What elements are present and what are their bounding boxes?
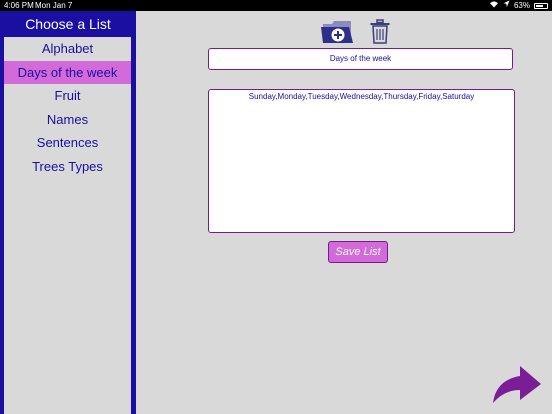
delete-list-button[interactable] [369,19,391,45]
list-items-textarea[interactable]: Sunday,Monday,Tuesday,Wednesday,Thursday… [208,89,515,233]
sidebar-list: Alphabet Days of the week Fruit Names Se… [4,37,131,414]
trash-icon [370,19,390,44]
save-list-button[interactable]: Save List [328,241,388,263]
status-date: Mon Jan 7 [35,1,73,10]
folder-plus-icon [321,21,353,43]
sidebar-item-names[interactable]: Names [4,108,131,132]
battery-percent: 63% [513,1,530,10]
new-list-button[interactable] [320,19,354,45]
sidebar-item-fruit[interactable]: Fruit [4,84,131,108]
sidebar-title: Choose a List [25,16,111,32]
sidebar-item-alphabet[interactable]: Alphabet [4,37,131,61]
status-time: 4:06 PM [4,1,34,10]
sidebar-item-days-of-the-week[interactable]: Days of the week [4,60,131,85]
sidebar-item-trees-types[interactable]: Trees Types [4,155,131,179]
next-button[interactable] [490,362,544,406]
status-right: 63% [489,0,548,11]
battery-icon [534,2,548,9]
list-name-field[interactable]: Days of the week [208,48,513,70]
sidebar: Choose a List Alphabet Days of the week … [0,11,136,414]
curved-arrow-icon [493,366,541,403]
wifi-icon [489,0,499,11]
location-icon [503,0,510,11]
status-bar: 4:06 PM Mon Jan 7 63% [0,0,552,11]
sidebar-item-sentences[interactable]: Sentences [4,131,131,155]
